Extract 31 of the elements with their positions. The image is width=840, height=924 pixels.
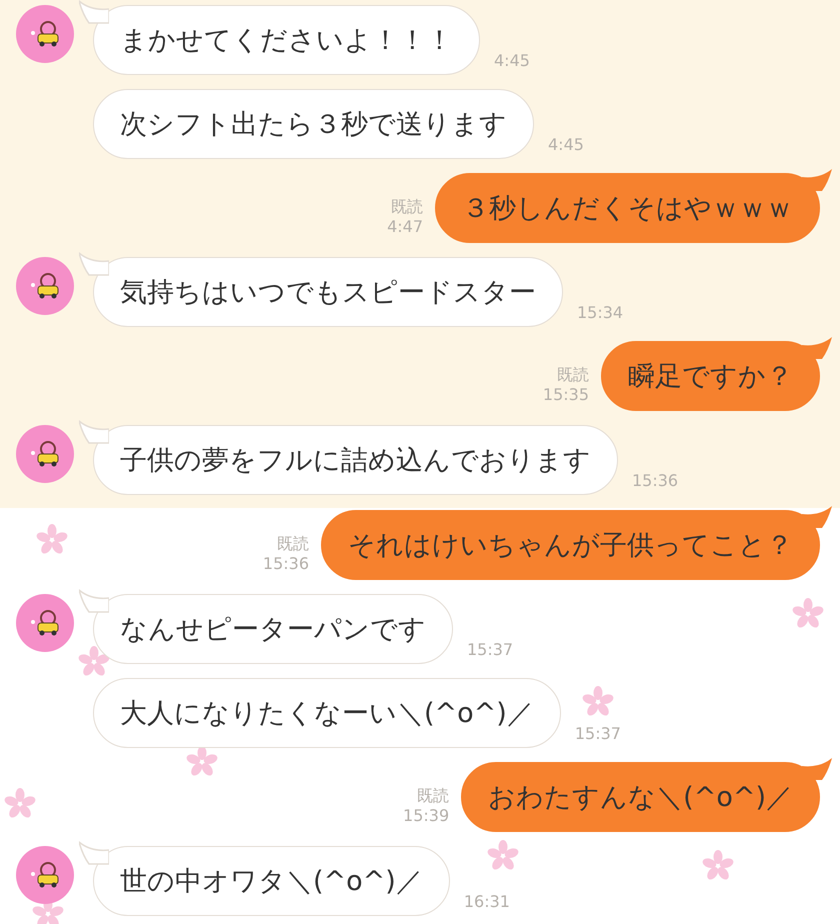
message-bubble: 次シフト出たら３秒で送ります — [93, 89, 534, 159]
message-bubble: 世の中オワタ＼(^o^)／ — [93, 846, 450, 916]
avatar-icon[interactable] — [16, 257, 74, 315]
avatar-icon[interactable] — [16, 425, 74, 483]
read-receipt: 既読 — [557, 365, 589, 385]
message-bubble: 子供の夢をフルに詰め込んでおります — [93, 425, 618, 495]
message-bubble: 気持ちはいつでもスピードスター — [93, 257, 563, 327]
message-time: 15:37 — [574, 724, 621, 744]
message-bubble: それはけいちゃんが子供ってこと？ — [321, 510, 820, 580]
read-receipt: 既読 — [391, 197, 423, 217]
message-bubble: ３秒しんだくそはやｗｗｗ — [435, 173, 820, 243]
avatar-icon[interactable] — [16, 5, 74, 63]
message-time: 15:39 — [403, 806, 450, 826]
avatar-icon[interactable] — [16, 594, 74, 652]
message-time: 15:37 — [467, 640, 514, 660]
message-bubble: まかせてくださいよ！！！ — [93, 5, 480, 75]
message-time: 15:36 — [262, 554, 309, 574]
avatar-icon[interactable] — [16, 846, 74, 904]
message-time: 4:45 — [548, 135, 584, 155]
message-time: 16:31 — [464, 892, 510, 912]
message-time: 4:45 — [494, 51, 530, 71]
message-time: 15:35 — [542, 385, 589, 405]
message-time: 4:47 — [387, 217, 423, 237]
read-receipt: 既読 — [417, 786, 450, 806]
message-bubble: おわたすんな＼(^o^)／ — [461, 762, 820, 832]
read-receipt: 既読 — [277, 534, 309, 554]
message-bubble: 大人になりたくなーい＼(^o^)／ — [93, 678, 561, 748]
message-time: 15:36 — [632, 471, 678, 491]
message-bubble: 瞬足ですか？ — [601, 341, 820, 411]
message-time: 15:34 — [577, 303, 624, 323]
message-bubble: なんせピーターパンです — [93, 594, 453, 664]
